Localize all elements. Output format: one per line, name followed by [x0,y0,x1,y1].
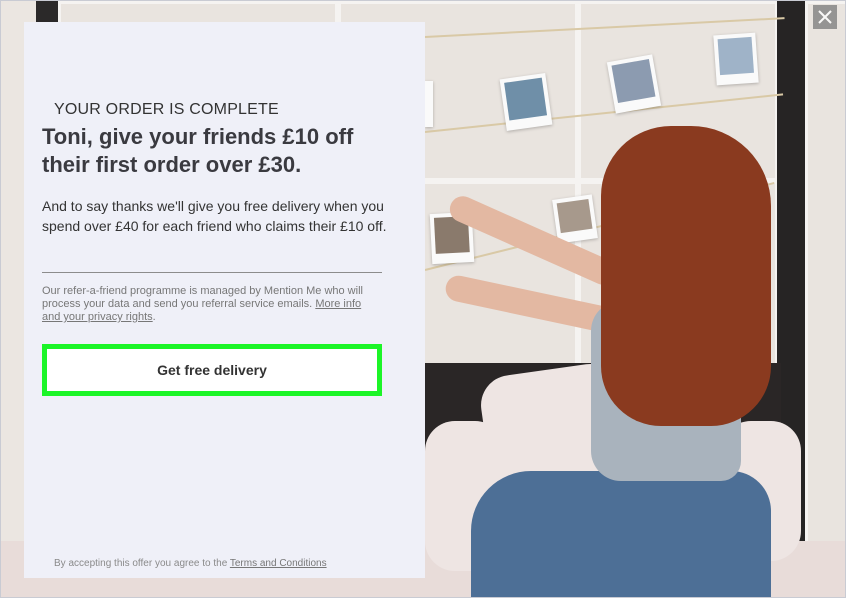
person-jeans [471,471,771,597]
referral-modal: YOUR ORDER IS COMPLETE Toni, give your f… [0,0,846,598]
polaroid-photo [713,32,759,86]
terms-link[interactable]: Terms and Conditions [230,558,327,569]
divider [42,272,382,273]
polaroid-photo [552,194,598,244]
privacy-notice: Our refer-a-friend programme is managed … [42,285,382,324]
polaroid-photo [499,73,553,131]
offer-subtext: And to say thanks we'll give you free de… [42,198,387,234]
offer-headline: Toni, give your friends £10 off their fi… [42,124,354,177]
close-button[interactable] [813,5,837,29]
terms-text: By accepting this offer you agree to the [54,558,228,569]
close-icon [818,10,832,24]
polaroid-photo [425,81,433,127]
order-complete-label: YOUR ORDER IS COMPLETE [54,101,279,118]
terms-notice: By accepting this offer you agree to the… [54,558,327,569]
person-hair [601,126,771,426]
wall-panel [805,1,845,561]
offer-panel: YOUR ORDER IS COMPLETE Toni, give your f… [24,22,425,578]
polaroid-photo [606,54,662,114]
privacy-end: . [152,311,156,323]
get-free-delivery-button[interactable]: Get free delivery [42,344,382,396]
